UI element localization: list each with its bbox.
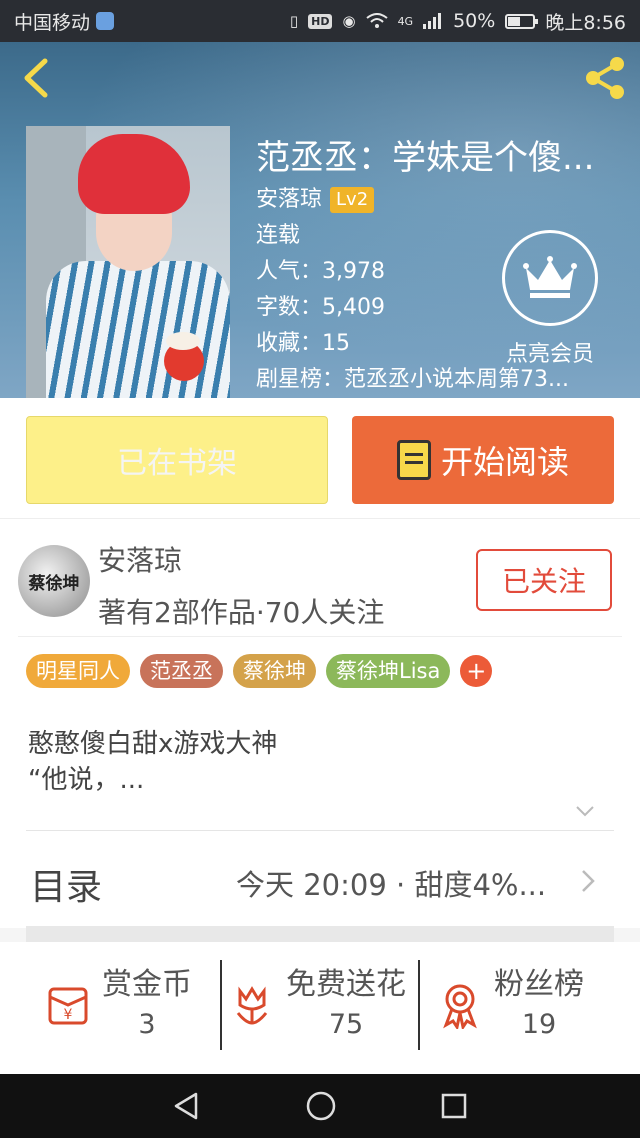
start-reading-label: 开始阅读	[440, 443, 569, 481]
flower-icon	[236, 986, 268, 1025]
back-button[interactable]	[14, 54, 58, 102]
free-flower-button[interactable]: 免费送花 75	[228, 960, 406, 1050]
author-meta: 著有2部作品·70人关注	[98, 596, 385, 629]
tag-chip[interactable]: 蔡徐坤Lisa	[326, 654, 451, 688]
chevron-down-icon[interactable]	[574, 800, 596, 822]
reward-label: 赏金币	[102, 967, 192, 1002]
catalog-label: 目录	[30, 867, 103, 908]
tag-chip[interactable]: 蔡徐坤	[233, 654, 316, 688]
book-description[interactable]: 憨憨傻白甜x游戏大神 “他说，...	[28, 726, 277, 798]
hd-icon: HD	[308, 13, 333, 29]
carrier-app-icon	[96, 12, 115, 30]
tag-chip[interactable]: 明星同人	[26, 654, 130, 688]
tag-chip[interactable]: 范丞丞	[140, 654, 223, 688]
signal-icon	[423, 13, 442, 29]
follow-button[interactable]: 已关注	[476, 549, 612, 611]
nav-home-icon[interactable]	[305, 1090, 337, 1122]
divider	[418, 960, 420, 1050]
reward-value: 3	[138, 1009, 156, 1040]
red-envelope-icon: ¥	[48, 987, 88, 1025]
nav-back-icon[interactable]	[172, 1091, 202, 1121]
reward-value: 75	[328, 1009, 364, 1040]
fan-ranking-button[interactable]: 粉丝榜 19	[436, 960, 584, 1050]
cover-fruit-top	[166, 332, 200, 350]
start-reading-button[interactable]: 开始阅读	[352, 416, 614, 504]
author-level-badge: Lv2	[330, 187, 375, 213]
reward-label: 免费送花	[286, 967, 406, 1002]
crown-icon	[523, 256, 577, 298]
cover-figure-hair	[78, 134, 190, 214]
vip-label: 点亮会员	[505, 342, 594, 367]
divider	[220, 960, 222, 1050]
system-nav-bar	[0, 1074, 640, 1138]
vip-button[interactable]: 点亮会员	[494, 230, 606, 368]
share-icon	[586, 57, 624, 99]
author-name[interactable]: 安落琼	[98, 539, 182, 579]
eye-icon: ◉	[342, 12, 356, 30]
carrier-group: 中国移动	[14, 8, 115, 35]
follow-label: 已关注	[501, 565, 586, 598]
in-bookshelf-button[interactable]: 已在书架	[26, 416, 328, 504]
description-line-1: 憨憨傻白甜x游戏大神	[28, 729, 278, 759]
status-icons: ▯ HD ◉ 4G 50% 晚上8:56	[290, 8, 626, 35]
svg-text:¥: ¥	[64, 1007, 73, 1023]
latest-chapter: 今天 20:09 · 甜度4%...	[236, 868, 547, 902]
battery-percent: 50%	[453, 10, 496, 32]
nav-recents-icon[interactable]	[440, 1092, 468, 1120]
book-cover[interactable]	[26, 126, 230, 398]
reward-value: 19	[521, 1009, 557, 1040]
reward-label: 粉丝榜	[494, 967, 584, 1002]
medal-icon	[443, 984, 477, 1029]
battery-fill	[508, 16, 521, 26]
network-type: 4G	[397, 14, 414, 28]
book-author-row: 安落琼 Lv2	[256, 182, 636, 218]
tags-and-description: 明星同人 范丞丞 蔡徐坤 蔡徐坤Lisa + 憨憨傻白甜x游戏大神 “他说，...	[0, 636, 640, 832]
author-card: 蔡徐坤 安落琼 著有2部作品·70人关注 已关注	[0, 518, 640, 636]
avatar[interactable]: 蔡徐坤	[18, 545, 90, 617]
chevron-right-icon	[582, 870, 595, 892]
cover-figure-shirt	[46, 261, 230, 398]
book-author[interactable]: 安落琼	[256, 182, 322, 218]
wifi-icon	[365, 13, 388, 28]
status-bar: 中国移动 ▯ HD ◉ 4G 50% 晚上8:56	[0, 0, 640, 42]
vip-circle	[502, 230, 598, 326]
tag-list: 明星同人 范丞丞 蔡徐坤 蔡徐坤Lisa +	[26, 654, 493, 688]
chevron-left-icon	[24, 58, 48, 98]
description-line-2: “他说，...	[28, 765, 145, 795]
add-tag-button[interactable]: +	[460, 655, 493, 687]
catalog-row[interactable]: 目录 今天 20:09 · 甜度4%...	[0, 832, 640, 928]
carrier-name: 中国移动	[14, 11, 91, 34]
clock: 晚上8:56	[545, 11, 626, 34]
reward-coins-button[interactable]: ¥ 赏金币 3	[44, 960, 192, 1050]
rewards-bar: ¥ 赏金币 3 免费送花 75 粉丝榜 19	[0, 942, 640, 1074]
divider	[26, 830, 614, 831]
battery-icon	[505, 13, 539, 29]
book-title: 范丞丞：学妹是个傻...	[256, 138, 595, 178]
share-button[interactable]	[580, 54, 630, 102]
vibrate-icon: ▯	[289, 12, 299, 30]
in-bookshelf-label: 已在书架	[117, 446, 237, 481]
section-separator	[26, 926, 614, 942]
book-header: 范丞丞：学妹是个傻... 安落琼 Lv2 连载 人气：3,978 字数：5,40…	[0, 42, 640, 398]
divider	[18, 636, 622, 637]
avatar-text: 蔡徐坤	[28, 573, 80, 594]
action-bar: 已在书架 开始阅读	[0, 398, 640, 518]
book-icon	[396, 440, 431, 480]
